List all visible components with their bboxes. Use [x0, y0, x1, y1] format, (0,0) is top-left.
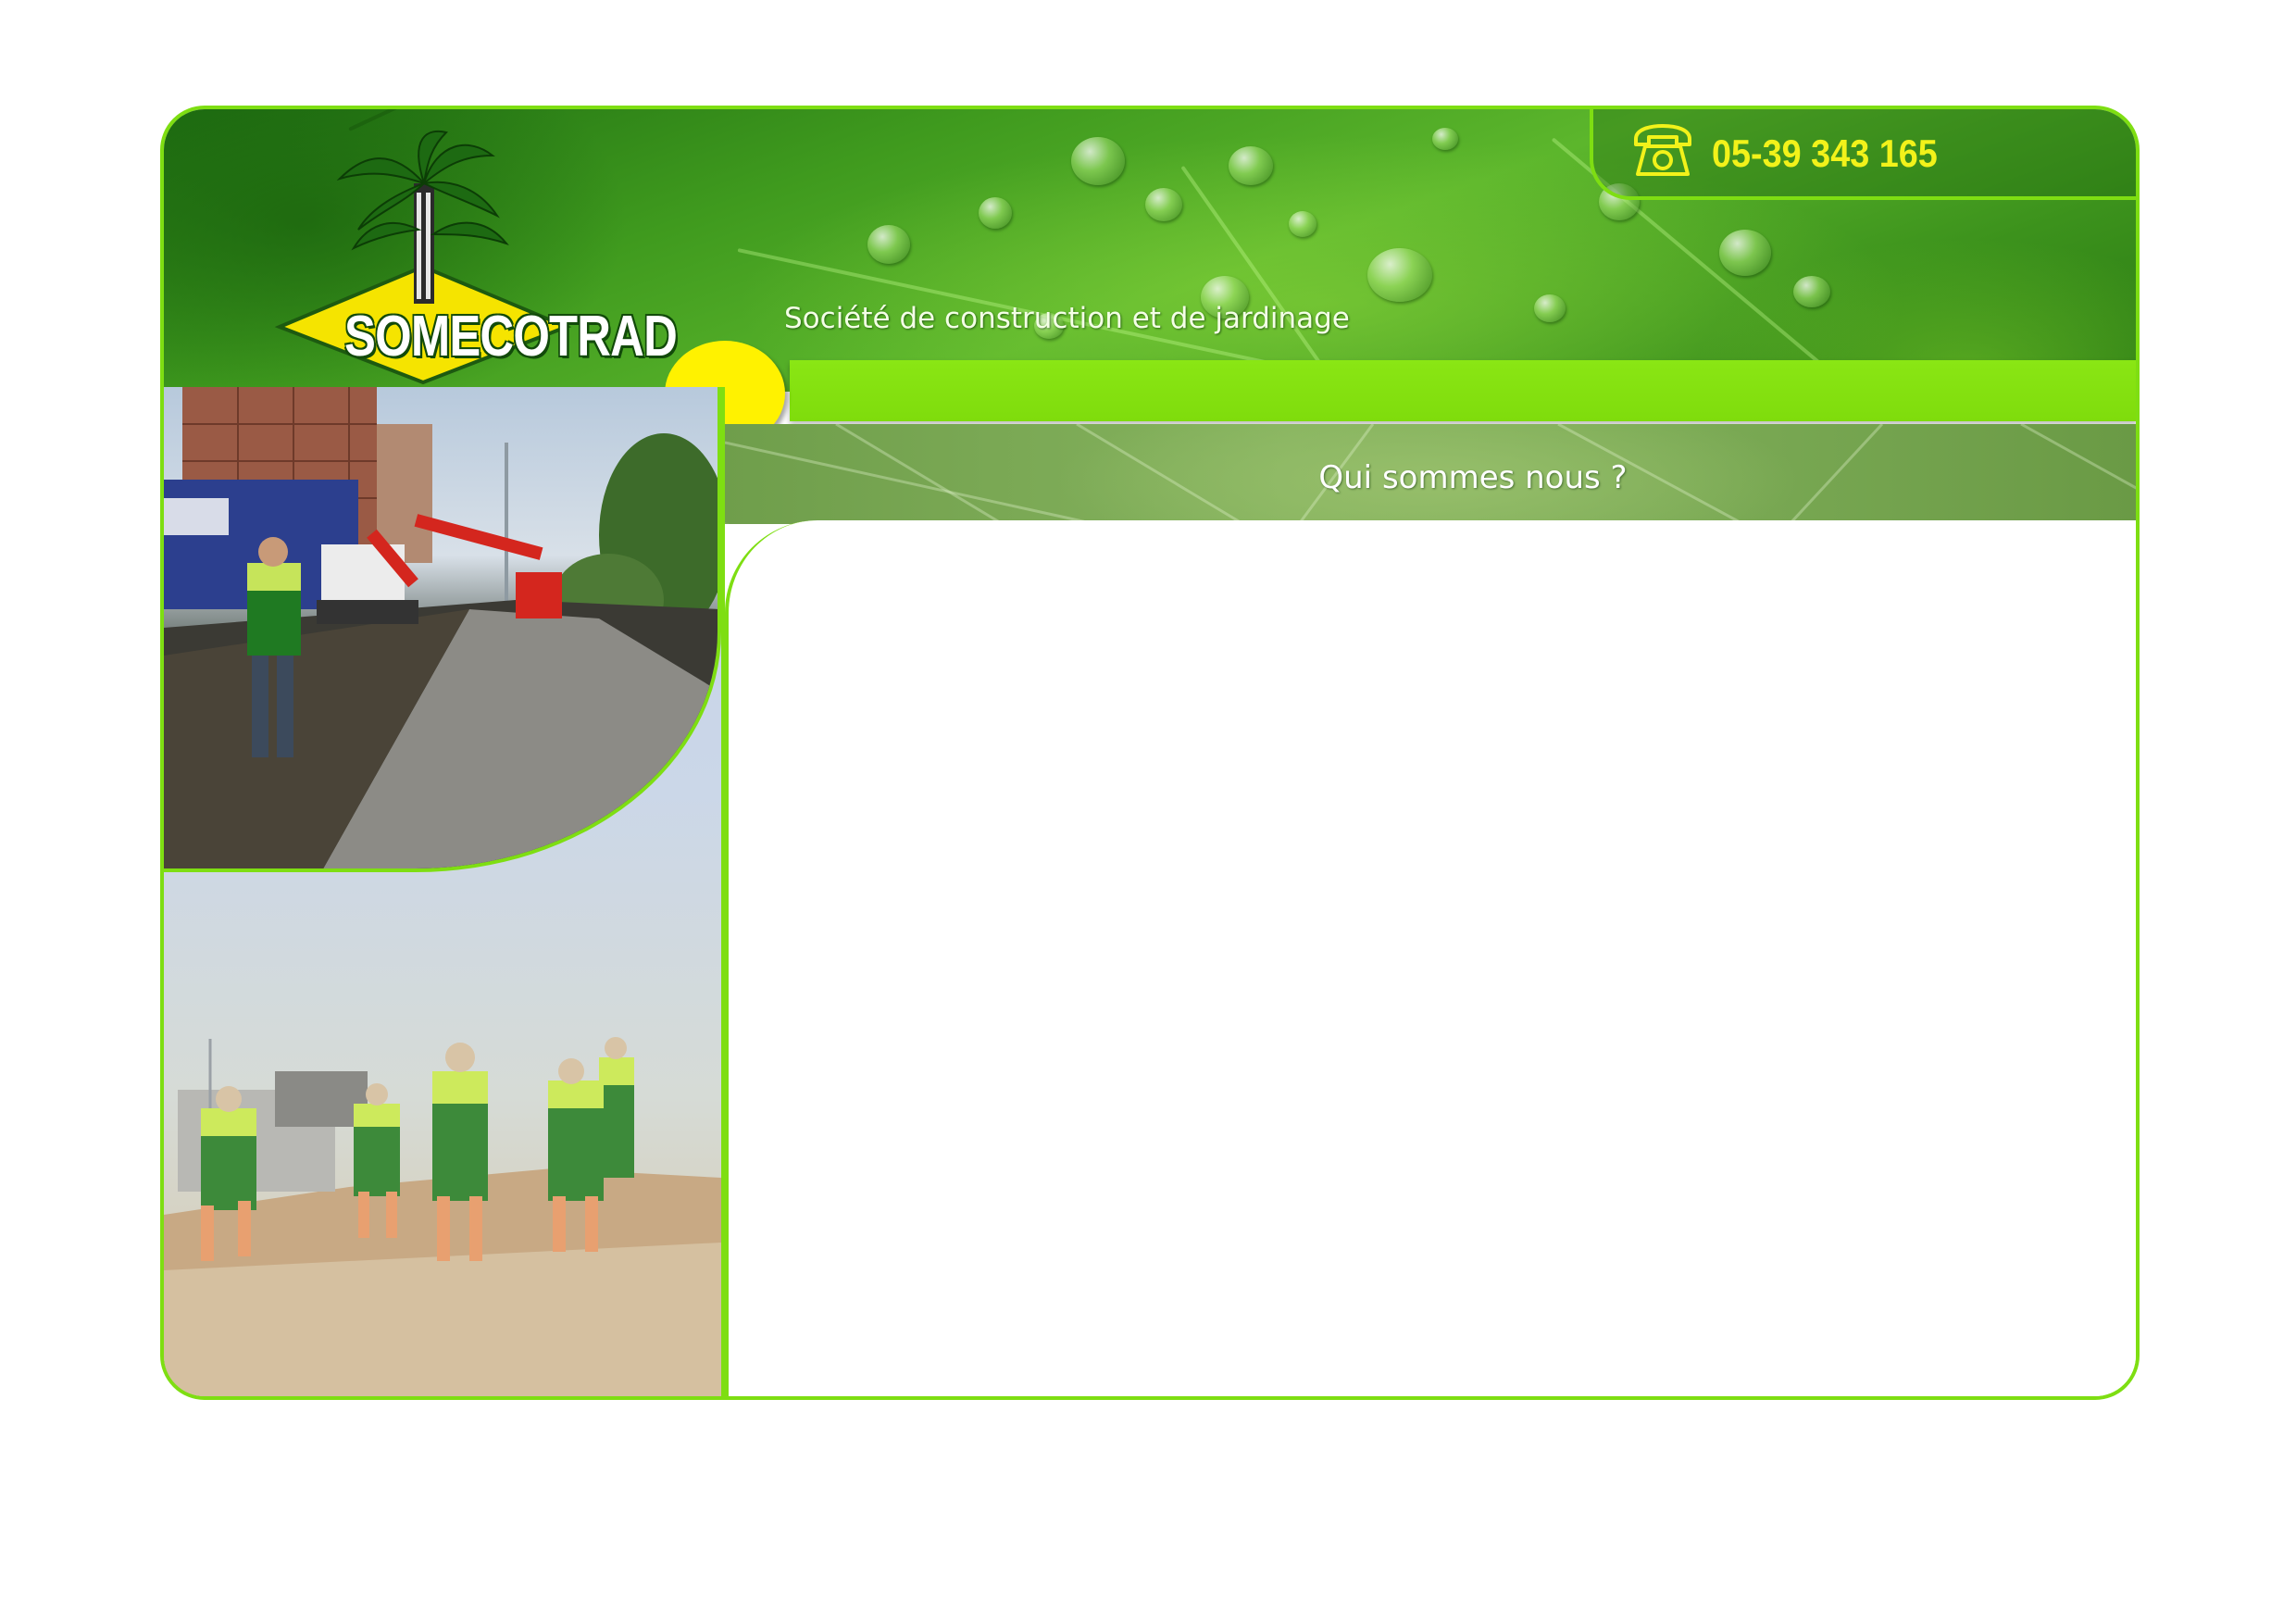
road-construction-photo [164, 387, 721, 872]
tagline: Société de construction et de jardinage [784, 302, 1350, 335]
water-drop [1719, 230, 1771, 276]
water-drop [867, 225, 910, 264]
phone-number[interactable]: 05-39 343 165 [1712, 131, 1938, 176]
page-frame: SOMECOTRAD Société de construction et de… [160, 106, 2140, 1400]
water-drop [1145, 188, 1182, 221]
main-content [725, 520, 2136, 1396]
water-drop [979, 197, 1012, 229]
logo-wordmark: SOMECOTRAD [344, 305, 678, 369]
water-drop [1793, 276, 1830, 307]
section-title-band: Qui sommes nous ? [725, 424, 2136, 524]
workers-illustration [164, 1037, 721, 1396]
gardening-workers-photo [164, 872, 721, 1396]
header-green-bar [790, 360, 2136, 421]
phone-contact[interactable]: 05-39 343 165 [1590, 109, 2136, 200]
water-drop [1071, 137, 1125, 185]
telephone-icon [1634, 124, 1691, 176]
water-drop [1289, 211, 1316, 237]
left-photo-column [164, 387, 725, 1396]
road-construction-illustration [164, 387, 718, 868]
water-drop [1367, 248, 1432, 302]
water-drop [1534, 294, 1566, 322]
company-logo[interactable]: SOMECOTRAD [252, 128, 678, 392]
water-drop [1229, 146, 1273, 185]
section-title: Qui sommes nous ? [1318, 459, 1628, 496]
water-drop [1432, 128, 1458, 150]
header-banner: SOMECOTRAD Société de construction et de… [164, 109, 2136, 392]
